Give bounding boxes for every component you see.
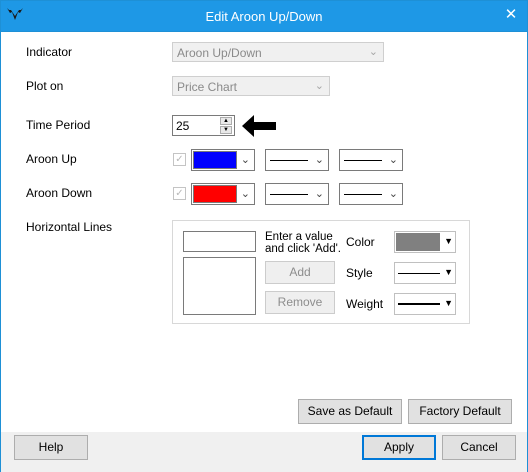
edit-aroon-dialog: Edit Aroon Up/Down ✕ Indicator Aroon Up/… [0, 0, 528, 472]
hline-list[interactable] [183, 257, 256, 315]
chevron-down-icon: ▼ [444, 267, 453, 277]
time-period-value[interactable]: 25 [176, 119, 189, 133]
spin-up-button[interactable]: ▲ [220, 117, 232, 125]
plot-on-label: Plot on [26, 79, 64, 93]
time-period-stepper[interactable]: 25 ▲ ▼ [172, 115, 235, 136]
aroon-up-color-picker[interactable]: ⌄ [191, 149, 255, 171]
save-as-default-button[interactable]: Save as Default [298, 399, 402, 424]
aroon-up-label: Aroon Up [26, 152, 77, 166]
cancel-button[interactable]: Cancel [442, 435, 516, 460]
hline-color-label: Color [346, 235, 375, 249]
apply-button[interactable]: Apply [362, 435, 436, 460]
left-arrow-icon [242, 115, 276, 137]
hline-hint: Enter a value and click 'Add'. [265, 231, 341, 255]
hint-line-2: and click 'Add'. [265, 243, 341, 255]
aroon-down-weight-select[interactable]: ⌄ [339, 183, 403, 205]
line-style-preview [270, 194, 308, 195]
indicator-select[interactable]: Aroon Up/Down ⌄ [172, 42, 384, 62]
aroon-down-label: Aroon Down [26, 186, 93, 200]
chevron-down-icon: ⌄ [314, 188, 324, 200]
hline-style-select[interactable]: ▼ [394, 262, 456, 284]
plot-on-select[interactable]: Price Chart ⌄ [172, 76, 330, 96]
window-title: Edit Aroon Up/Down [205, 9, 323, 24]
help-button[interactable]: Help [14, 435, 88, 460]
dialog-footer: Help Apply Cancel [1, 432, 527, 472]
aroon-up-color-swatch [193, 151, 237, 169]
dialog-body: Indicator Aroon Up/Down ⌄ Plot on Price … [1, 31, 527, 472]
chevron-down-icon: ⌄ [388, 154, 398, 166]
hline-color-picker[interactable]: ▼ [394, 231, 456, 253]
indicator-value: Aroon Up/Down [177, 46, 262, 60]
hline-style-label: Style [346, 266, 373, 280]
line-weight-preview [398, 303, 440, 305]
aroon-down-checkbox[interactable]: ✓ [173, 187, 186, 200]
aroon-down-style-select[interactable]: ⌄ [265, 183, 329, 205]
spin-down-button[interactable]: ▼ [220, 126, 232, 134]
hline-color-swatch [396, 233, 440, 251]
hline-value-input[interactable] [183, 231, 256, 252]
horizontal-lines-panel: Enter a value and click 'Add'. Add Remov… [172, 220, 470, 324]
chevron-down-icon: ⌄ [368, 46, 378, 58]
factory-default-button[interactable]: Factory Default [408, 399, 512, 424]
chevron-down-icon: ⌄ [388, 188, 398, 200]
title-bar: Edit Aroon Up/Down ✕ [1, 1, 527, 31]
chevron-down-icon: ⌄ [240, 154, 250, 166]
remove-button[interactable]: Remove [265, 291, 335, 314]
horizontal-lines-label: Horizontal Lines [26, 220, 113, 234]
line-style-preview [270, 160, 308, 161]
aroon-up-weight-select[interactable]: ⌄ [339, 149, 403, 171]
close-button[interactable]: ✕ [499, 4, 523, 26]
add-button[interactable]: Add [265, 261, 335, 284]
plot-on-value: Price Chart [177, 80, 238, 94]
chevron-down-icon: ⌄ [314, 80, 324, 92]
chevron-down-icon: ⌄ [314, 154, 324, 166]
line-style-preview [398, 273, 440, 274]
chevron-down-icon: ▼ [444, 298, 453, 308]
indicator-label: Indicator [26, 45, 73, 59]
aroon-up-checkbox[interactable]: ✓ [173, 153, 186, 166]
aroon-down-color-picker[interactable]: ⌄ [191, 183, 255, 205]
line-weight-preview [344, 194, 382, 195]
aroon-down-color-swatch [193, 185, 237, 203]
time-period-label: Time Period [26, 118, 91, 132]
hline-weight-select[interactable]: ▼ [394, 293, 456, 315]
hint-line-1: Enter a value [265, 231, 333, 243]
chevron-down-icon: ▼ [444, 236, 453, 246]
aroon-up-style-select[interactable]: ⌄ [265, 149, 329, 171]
hline-weight-label: Weight [346, 297, 384, 311]
chevron-down-icon: ⌄ [240, 188, 250, 200]
line-weight-preview [344, 160, 382, 161]
